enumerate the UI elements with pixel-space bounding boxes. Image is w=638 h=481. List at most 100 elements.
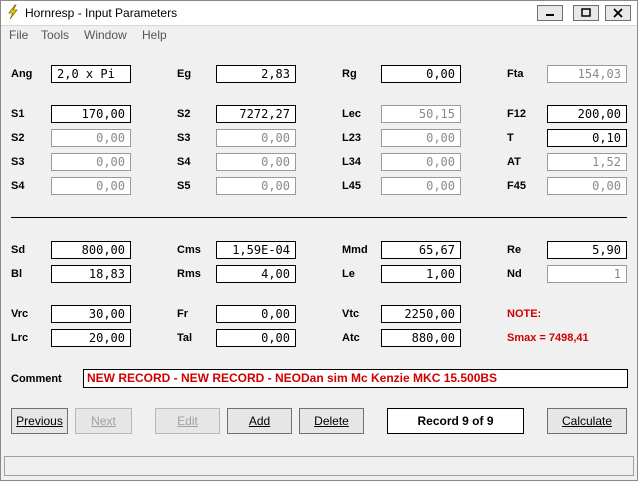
field-f45: 0,00 xyxy=(547,177,627,195)
label-s4: S4 xyxy=(177,156,191,168)
calculate-button[interactable]: Calculate xyxy=(547,408,627,434)
label-at: AT xyxy=(507,156,521,168)
field-tal[interactable]: 0,00 xyxy=(216,329,296,347)
delete-button[interactable]: Delete xyxy=(299,408,364,434)
field-l45: 0,00 xyxy=(381,177,461,195)
label-s3: S3 xyxy=(177,132,191,144)
label-fta: Fta xyxy=(507,68,524,80)
label-re: Re xyxy=(507,244,522,256)
next-button: Next xyxy=(75,408,132,434)
label-lec: Lec xyxy=(342,108,361,120)
maximize-icon xyxy=(581,8,591,17)
delete-button-label: Delete xyxy=(314,414,349,428)
comment-label: Comment xyxy=(11,373,62,385)
field-s2[interactable]: 7272,27 xyxy=(216,105,296,123)
label-ang: Ang xyxy=(11,68,33,80)
field-rg[interactable]: 0,00 xyxy=(381,65,461,83)
label-rg: Rg xyxy=(342,68,357,80)
field-atc[interactable]: 880,00 xyxy=(381,329,461,347)
label-fr: Fr xyxy=(177,308,188,320)
field-l34: 0,00 xyxy=(381,153,461,171)
field-s2-lower: 0,00 xyxy=(51,129,131,147)
label-s1: S1 xyxy=(11,108,25,120)
previous-button[interactable]: Previous xyxy=(11,408,68,434)
minimize-icon xyxy=(546,14,554,16)
label-f45: F45 xyxy=(507,180,526,192)
field-vtc[interactable]: 2250,00 xyxy=(381,305,461,323)
field-s4: 0,00 xyxy=(216,153,296,171)
label-lrc: Lrc xyxy=(11,332,29,344)
menu-help[interactable]: Help xyxy=(142,28,167,42)
label-s4-lower: S4 xyxy=(11,180,25,192)
label-s5: S5 xyxy=(177,180,191,192)
smax-note: Smax = 7498,41 xyxy=(507,332,589,344)
menu-bar: File Tools Window Help xyxy=(1,26,637,44)
label-nd: Nd xyxy=(507,268,522,280)
title-bar: Hornresp - Input Parameters xyxy=(1,1,637,26)
label-l23: L23 xyxy=(342,132,361,144)
label-s2: S2 xyxy=(177,108,191,120)
field-re[interactable]: 5,90 xyxy=(547,241,627,259)
label-t: T xyxy=(507,132,514,144)
label-s3-lower: S3 xyxy=(11,156,25,168)
field-f12[interactable]: 200,00 xyxy=(547,105,627,123)
field-s3: 0,00 xyxy=(216,129,296,147)
label-cms: Cms xyxy=(177,244,201,256)
field-s1[interactable]: 170,00 xyxy=(51,105,131,123)
field-ang[interactable]: 2,0 x Pi xyxy=(51,65,131,83)
field-le[interactable]: 1,00 xyxy=(381,265,461,283)
label-l34: L34 xyxy=(342,156,361,168)
minimize-button[interactable] xyxy=(537,5,563,21)
label-le: Le xyxy=(342,268,355,280)
previous-button-label: Previous xyxy=(16,414,63,428)
field-fr[interactable]: 0,00 xyxy=(216,305,296,323)
label-rms: Rms xyxy=(177,268,201,280)
field-s3-lower: 0,00 xyxy=(51,153,131,171)
comment-field[interactable]: NEW RECORD - NEW RECORD - NEODan sim Mc … xyxy=(83,369,628,388)
label-mmd: Mmd xyxy=(342,244,368,256)
main-window: Hornresp - Input Parameters File Tools W… xyxy=(0,0,638,481)
field-bl[interactable]: 18,83 xyxy=(51,265,131,283)
field-s4-lower: 0,00 xyxy=(51,177,131,195)
field-nd: 1 xyxy=(547,265,627,283)
field-mmd[interactable]: 65,67 xyxy=(381,241,461,259)
field-cms[interactable]: 1,59E-04 xyxy=(216,241,296,259)
field-rms[interactable]: 4,00 xyxy=(216,265,296,283)
record-indicator: Record 9 of 9 xyxy=(387,408,524,434)
edit-button: Edit xyxy=(155,408,220,434)
add-button[interactable]: Add xyxy=(227,408,292,434)
field-t[interactable]: 0,10 xyxy=(547,129,627,147)
lightning-icon xyxy=(8,4,18,20)
label-s2-lower: S2 xyxy=(11,132,25,144)
calculate-button-label: Calculate xyxy=(561,414,613,428)
field-s5: 0,00 xyxy=(216,177,296,195)
next-button-label: Next xyxy=(91,414,116,428)
field-lrc[interactable]: 20,00 xyxy=(51,329,131,347)
label-bl: Bl xyxy=(11,268,22,280)
close-icon xyxy=(613,8,623,18)
add-button-label: Add xyxy=(248,414,271,428)
label-tal: Tal xyxy=(177,332,193,344)
label-atc: Atc xyxy=(342,332,360,344)
field-eg[interactable]: 2,83 xyxy=(216,65,296,83)
status-bar xyxy=(4,456,634,476)
field-sd[interactable]: 800,00 xyxy=(51,241,131,259)
window-title: Hornresp - Input Parameters xyxy=(25,6,178,20)
field-at: 1,52 xyxy=(547,153,627,171)
label-vtc: Vtc xyxy=(342,308,360,320)
menu-window[interactable]: Window xyxy=(84,28,127,42)
label-sd: Sd xyxy=(11,244,26,256)
field-vrc[interactable]: 30,00 xyxy=(51,305,131,323)
label-vrc: Vrc xyxy=(11,308,29,320)
label-f12: F12 xyxy=(507,108,526,120)
section-divider xyxy=(11,217,627,218)
label-eg: Eg xyxy=(177,68,192,80)
close-button[interactable] xyxy=(605,5,631,21)
label-l45: L45 xyxy=(342,180,361,192)
maximize-button[interactable] xyxy=(573,5,599,21)
menu-file[interactable]: File xyxy=(9,28,28,42)
field-lec: 50,15 xyxy=(381,105,461,123)
note-label: NOTE: xyxy=(507,308,542,320)
menu-tools[interactable]: Tools xyxy=(41,28,69,42)
field-fta: 154,03 xyxy=(547,65,627,83)
